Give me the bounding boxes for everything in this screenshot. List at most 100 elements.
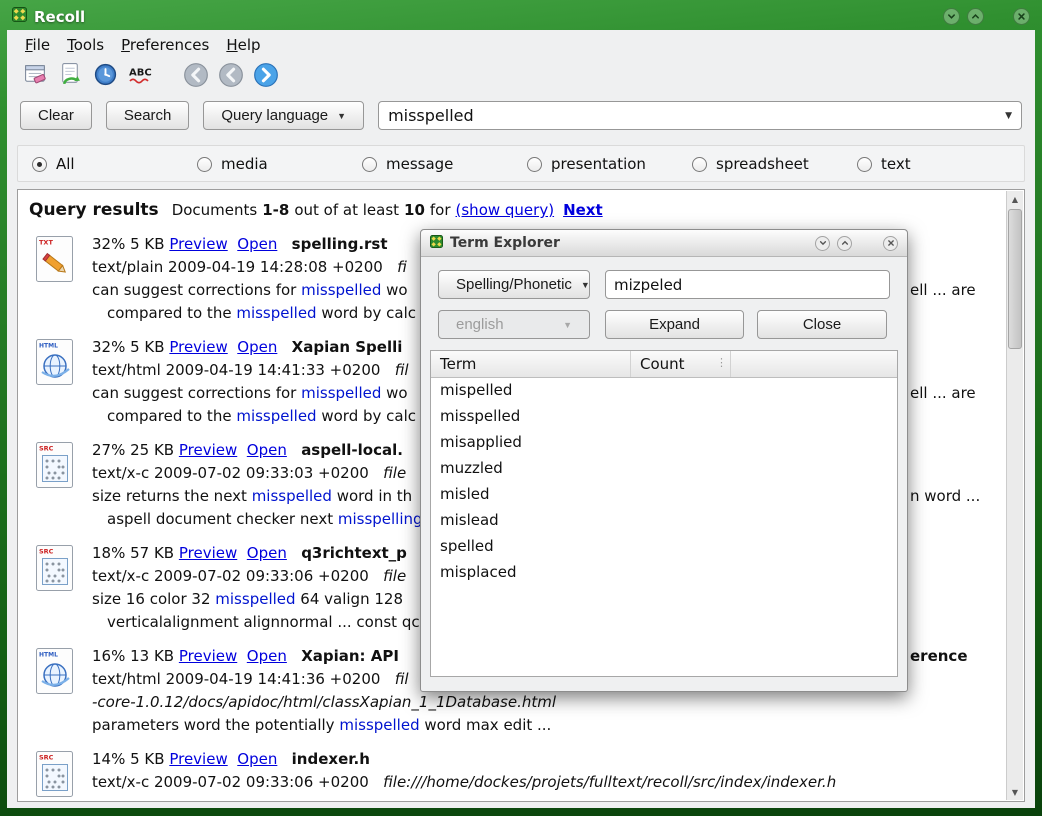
- filter-label: text: [881, 155, 911, 173]
- first-page-button[interactable]: [182, 61, 209, 88]
- open-link[interactable]: Open: [247, 544, 287, 562]
- result-text: 32% 5 KB: [92, 338, 169, 356]
- term-explorer-body: Spelling/Phonetic ▼ english ▼ Expand Clo…: [421, 257, 907, 691]
- menu-file[interactable]: File: [25, 36, 50, 54]
- result-text: text/html 2009-04-19 14:41:36 +0200: [92, 670, 395, 688]
- term-explorer-dialog: Term Explorer Spelling/Phonetic ▼ englis…: [420, 229, 908, 692]
- show-query-link[interactable]: (show query): [456, 201, 555, 219]
- next-page-link[interactable]: Next: [563, 201, 603, 219]
- results-total: 10: [404, 201, 425, 219]
- search-history-dropdown-arrow[interactable]: ▼: [1005, 111, 1012, 121]
- count-column-header[interactable]: Count ⋮: [631, 351, 731, 377]
- file-path: file:///home/dockes/projets/fulltext/rec…: [383, 773, 836, 791]
- next-page-button[interactable]: [252, 61, 279, 88]
- preview-link[interactable]: Preview: [169, 235, 227, 253]
- filter-radio-message[interactable]: message: [362, 155, 527, 173]
- maximize-button[interactable]: [967, 8, 984, 25]
- term-row[interactable]: spelled: [431, 534, 897, 560]
- matched-term: misspelled: [215, 590, 295, 608]
- term-row[interactable]: mislead: [431, 508, 897, 534]
- term-row[interactable]: misled: [431, 482, 897, 508]
- dialog-minimize-button[interactable]: [815, 236, 830, 251]
- menu-preferences[interactable]: Preferences: [121, 36, 209, 54]
- result-text: [287, 544, 301, 562]
- result-title: Xapian: API: [301, 647, 404, 665]
- result-text: [237, 647, 247, 665]
- result-title: aspell-local.: [301, 441, 403, 459]
- filter-label: presentation: [551, 155, 646, 173]
- result-text: [228, 235, 238, 253]
- filter-radio-presentation[interactable]: presentation: [527, 155, 692, 173]
- scrollbar-track[interactable]: [1007, 207, 1023, 784]
- result-text: word by calc: [317, 304, 416, 322]
- clear-button[interactable]: Clear: [20, 101, 92, 130]
- result-text: [237, 544, 247, 562]
- svg-text:ABC: ABC: [129, 68, 152, 79]
- term-row[interactable]: misplaced: [431, 560, 897, 586]
- term-column-header[interactable]: Term: [431, 351, 631, 377]
- term-explorer-titlebar[interactable]: Term Explorer: [421, 230, 907, 257]
- preview-link[interactable]: Preview: [179, 441, 237, 459]
- query-language-label: Query language: [221, 107, 328, 124]
- open-link[interactable]: Open: [237, 235, 277, 253]
- scroll-down-arrow[interactable]: ▼: [1007, 784, 1023, 800]
- vertical-scrollbar[interactable]: ▲ ▼: [1006, 191, 1023, 800]
- term-explorer-button[interactable]: ABC: [127, 61, 154, 88]
- preview-link[interactable]: Preview: [179, 647, 237, 665]
- open-link[interactable]: Open: [247, 647, 287, 665]
- scrollbar-thumb[interactable]: [1008, 209, 1022, 349]
- filter-label: message: [386, 155, 453, 173]
- count-cell: [631, 508, 731, 534]
- dialog-close-button[interactable]: [883, 236, 898, 251]
- term-row[interactable]: misapplied: [431, 430, 897, 456]
- term-row[interactable]: mispelled: [431, 378, 897, 404]
- filter-radio-media[interactable]: media: [197, 155, 362, 173]
- close-button[interactable]: [1013, 8, 1030, 25]
- result-text: compared to the: [107, 304, 236, 322]
- expansion-mode-combobox[interactable]: Spelling/Phonetic ▼: [438, 270, 590, 299]
- html-file-icon: HTML: [35, 336, 92, 428]
- radio-button-icon: [692, 157, 707, 172]
- minimize-button[interactable]: [943, 8, 960, 25]
- scroll-up-arrow[interactable]: ▲: [1007, 191, 1023, 207]
- menu-tools[interactable]: Tools: [67, 36, 104, 54]
- result-text: [277, 750, 291, 768]
- filter-radio-all[interactable]: All: [32, 155, 197, 173]
- search-input[interactable]: [388, 106, 1005, 125]
- preview-link[interactable]: Preview: [169, 338, 227, 356]
- open-link[interactable]: Open: [237, 338, 277, 356]
- svg-text:SRC: SRC: [39, 445, 54, 453]
- result-item: SRC14% 5 KB Preview Open indexer.htext/x…: [29, 748, 1005, 800]
- term-row[interactable]: muzzled: [431, 456, 897, 482]
- previous-page-button[interactable]: [217, 61, 244, 88]
- open-link[interactable]: Open: [247, 441, 287, 459]
- radio-button-icon: [32, 157, 47, 172]
- window-controls: [943, 8, 1030, 25]
- dialog-maximize-button[interactable]: [837, 236, 852, 251]
- result-text: text/x-c 2009-07-02 09:33:06 +0200: [92, 567, 383, 585]
- query-history-button[interactable]: [92, 61, 119, 88]
- term-row[interactable]: misspelled: [431, 404, 897, 430]
- start-query-button[interactable]: [57, 61, 84, 88]
- expand-button[interactable]: Expand: [605, 310, 744, 339]
- preview-link[interactable]: Preview: [179, 544, 237, 562]
- titlebar[interactable]: Recoll: [12, 5, 1030, 28]
- erase-search-button[interactable]: [22, 61, 49, 88]
- result-text: wo: [381, 384, 407, 402]
- language-label: english: [456, 316, 504, 333]
- close-dialog-button[interactable]: Close: [757, 310, 887, 339]
- preview-link[interactable]: Preview: [169, 750, 227, 768]
- filter-radio-spreadsheet[interactable]: spreadsheet: [692, 155, 857, 173]
- result-text: [287, 647, 301, 665]
- term-cell: spelled: [431, 534, 631, 560]
- search-button[interactable]: Search: [106, 101, 190, 130]
- filter-radio-text[interactable]: text: [857, 155, 1022, 173]
- chevron-down-icon: ▼: [563, 320, 572, 330]
- term-input[interactable]: [605, 270, 890, 299]
- menu-help[interactable]: Help: [226, 36, 260, 54]
- open-link[interactable]: Open: [237, 750, 277, 768]
- result-text: size 16 color 32: [92, 590, 215, 608]
- column-resize-handle[interactable]: ⋮: [716, 356, 727, 369]
- chevron-down-icon: ▼: [337, 111, 346, 121]
- query-language-combobox[interactable]: Query language ▼: [203, 101, 364, 130]
